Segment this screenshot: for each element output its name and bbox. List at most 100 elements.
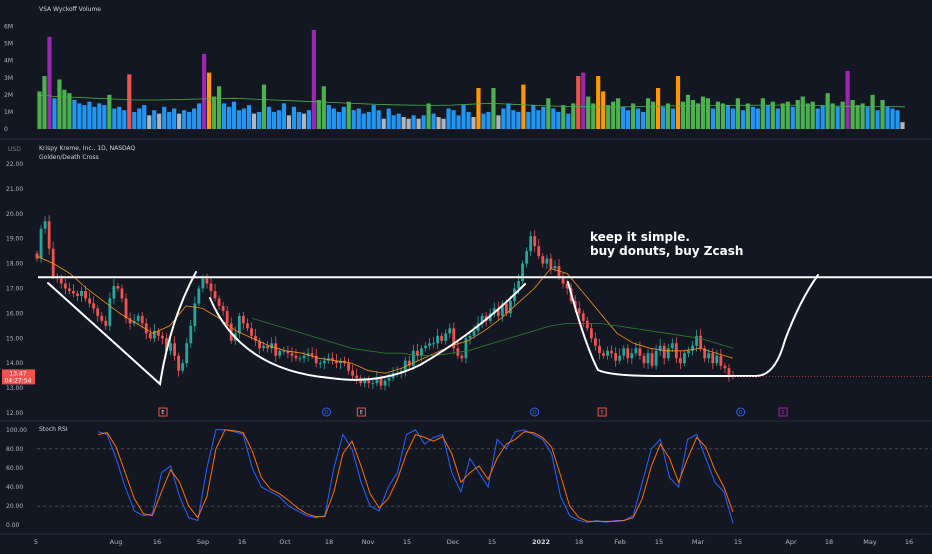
volume-bar [596,76,601,129]
chart-stage[interactable]: 0 1M 2M 3M 4M 5M 6M 12.00 13.00 14.00 15.00 16.00 17… [0,0,932,550]
rsi-axis-label: 20.00 [6,503,23,510]
candle-body [622,348,626,356]
time-axis-label: Feb [614,538,626,546]
candle-body [59,278,63,284]
volume-bar [426,103,431,129]
annotation-line-1: keep it simple. [590,230,690,244]
time-axis-label: Sep [197,538,209,546]
candle-body [678,358,682,364]
volume-bar [162,106,167,129]
candle-body [699,335,703,349]
annotation-line-2: buy donuts, buy Zcash [590,244,744,258]
volume-bar [266,106,272,129]
candle-body [509,300,512,314]
volume-bar [551,108,556,129]
volume-bar [461,105,466,129]
volume-bar [286,115,292,129]
volume-bar [107,94,112,129]
volume-bar [391,115,396,129]
candle-body [67,288,71,291]
time-axis-label: 15 [488,538,496,546]
volume-bar [860,103,865,129]
volume-bar [865,106,870,129]
chart-canvas[interactable]: 0 1M 2M 3M 4M 5M 6M 12.00 13.00 14.00 15.00 16.00 17… [0,0,932,550]
volume-bar [451,110,456,129]
volume-bar [765,105,770,129]
volume-bar [221,103,227,129]
volume-bar [840,101,845,129]
volume-bar [770,101,775,129]
candle-body [618,355,622,361]
volume-axis-label: 4M [4,58,13,65]
volume-bar [167,111,172,129]
volume-bar [720,103,726,129]
candle-body [185,343,189,364]
time-axis-label: Apr [785,538,797,546]
candle-body [581,313,585,321]
candle-body [205,278,209,284]
time-axis-label: Dec [447,538,460,546]
candle-body [266,345,270,349]
candle-body [246,323,249,329]
volume-bar [187,111,192,129]
volume-bar [795,99,800,129]
dividend-marker-label: D [739,410,743,416]
volume-bar [571,103,576,129]
candle-body [181,363,185,371]
volume-bar [321,86,326,129]
price-tag-countdown: 04:27:54 [5,377,32,384]
volume-bar [606,105,611,129]
volume-bar [835,106,840,129]
candle-body [525,251,529,264]
price-axis-label: 17.00 [6,286,23,293]
stoch-d-line [97,429,734,522]
candle-body [626,348,630,359]
volume-bar [730,108,735,129]
volume-bar [546,98,551,129]
volume-bar [536,110,541,129]
currency-label: USD [8,146,21,153]
volume-bar [641,111,646,129]
volume-bar [152,110,157,129]
candle-body [88,298,92,304]
candle-body [687,350,690,354]
candle-body [727,368,731,376]
volume-bar [476,88,481,129]
candle-body [250,328,253,336]
volume-bar [660,106,666,129]
candle-body [274,343,278,356]
candle-body [424,345,427,349]
volume-bar [556,111,561,129]
time-axis-label: Aug [110,538,123,546]
candle-body [723,365,727,369]
volume-bar [157,113,162,129]
volume-bar [501,108,506,129]
rsi-axis-label: 0.00 [6,522,20,529]
candle-body [108,298,112,326]
time-axis-label: Oct [279,538,291,546]
rsi-title: Stoch RSI [39,426,68,433]
indicator-title: Golden/Death Cross [39,154,99,161]
candle-body [104,320,108,326]
volume-bar [231,101,237,129]
candle-body [355,375,359,379]
volume-bar [331,108,336,129]
rsi-axis-label: 100.00 [6,427,27,434]
candle-body [504,303,508,314]
volume-bar [785,101,790,129]
volume-axis-label: 1M [4,109,13,116]
price-axis-label: 20.00 [6,211,23,218]
candle-body [76,293,79,296]
volume-bar [97,103,102,129]
volume-bar [830,103,835,129]
volume-bar [421,115,426,129]
candle-body [177,355,181,371]
volume-bar [506,103,511,129]
candle-body [322,360,326,364]
volume-bar [356,108,361,129]
volume-bar [336,111,341,129]
price-axis-label: 21.00 [6,186,23,193]
volume-bar [675,76,681,129]
volume-bar [401,117,406,129]
volume-bar [780,103,785,129]
